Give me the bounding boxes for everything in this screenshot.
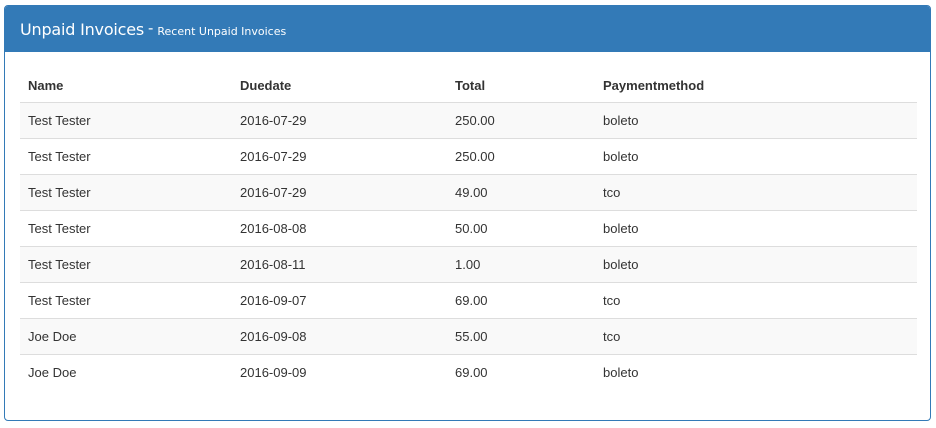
cell-duedate: 2016-09-07 — [232, 282, 447, 319]
cell-total: 69.00 — [447, 354, 595, 390]
cell-duedate: 2016-08-11 — [232, 246, 447, 283]
panel-title-separator: - — [148, 20, 154, 37]
cell-paymentmethod: tco — [595, 318, 917, 355]
table-row: Test Tester 2016-08-11 1.00 boleto — [20, 246, 917, 283]
cell-total: 69.00 — [447, 282, 595, 319]
column-header-total: Total — [447, 68, 595, 103]
cell-paymentmethod: tco — [595, 282, 917, 319]
cell-name: Joe Doe — [20, 354, 232, 390]
panel-subtitle: Recent Unpaid Invoices — [157, 24, 287, 38]
cell-duedate: 2016-07-29 — [232, 138, 447, 175]
cell-total: 49.00 — [447, 174, 595, 211]
cell-name: Joe Doe — [20, 318, 232, 355]
invoices-table: Name Duedate Total Paymentmethod Test Te… — [20, 68, 917, 390]
cell-name: Test Tester — [20, 246, 232, 283]
cell-paymentmethod: boleto — [595, 138, 917, 175]
cell-total: 250.00 — [447, 138, 595, 175]
cell-name: Test Tester — [20, 138, 232, 175]
table-row: Test Tester 2016-07-29 250.00 boleto — [20, 138, 917, 175]
cell-paymentmethod: boleto — [595, 210, 917, 247]
table-row: Test Tester 2016-07-29 250.00 boleto — [20, 102, 917, 139]
cell-paymentmethod: tco — [595, 174, 917, 211]
cell-total: 1.00 — [447, 246, 595, 283]
cell-total: 50.00 — [447, 210, 595, 247]
cell-paymentmethod: boleto — [595, 102, 917, 139]
table-header-row: Name Duedate Total Paymentmethod — [20, 68, 917, 103]
table-row: Test Tester 2016-07-29 49.00 tco — [20, 174, 917, 211]
table-row: Test Tester 2016-08-08 50.00 boleto — [20, 210, 917, 247]
cell-total: 55.00 — [447, 318, 595, 355]
cell-name: Test Tester — [20, 174, 232, 211]
cell-duedate: 2016-09-08 — [232, 318, 447, 355]
column-header-duedate: Duedate — [232, 68, 447, 103]
table-row: Joe Doe 2016-09-09 69.00 boleto — [20, 354, 917, 390]
column-header-name: Name — [20, 68, 232, 103]
cell-name: Test Tester — [20, 210, 232, 247]
panel-heading: Unpaid Invoices - Recent Unpaid Invoices — [5, 6, 930, 52]
cell-duedate: 2016-07-29 — [232, 174, 447, 211]
cell-name: Test Tester — [20, 102, 232, 139]
cell-total: 250.00 — [447, 102, 595, 139]
cell-name: Test Tester — [20, 282, 232, 319]
cell-duedate: 2016-08-08 — [232, 210, 447, 247]
cell-paymentmethod: boleto — [595, 354, 917, 390]
table-row: Test Tester 2016-09-07 69.00 tco — [20, 282, 917, 319]
table-row: Joe Doe 2016-09-08 55.00 tco — [20, 318, 917, 355]
column-header-paymentmethod: Paymentmethod — [595, 68, 917, 103]
panel-body: Name Duedate Total Paymentmethod Test Te… — [5, 52, 930, 390]
cell-paymentmethod: boleto — [595, 246, 917, 283]
cell-duedate: 2016-07-29 — [232, 102, 447, 139]
unpaid-invoices-panel: Unpaid Invoices - Recent Unpaid Invoices… — [4, 5, 931, 421]
cell-duedate: 2016-09-09 — [232, 354, 447, 390]
panel-title: Unpaid Invoices — [20, 19, 145, 39]
